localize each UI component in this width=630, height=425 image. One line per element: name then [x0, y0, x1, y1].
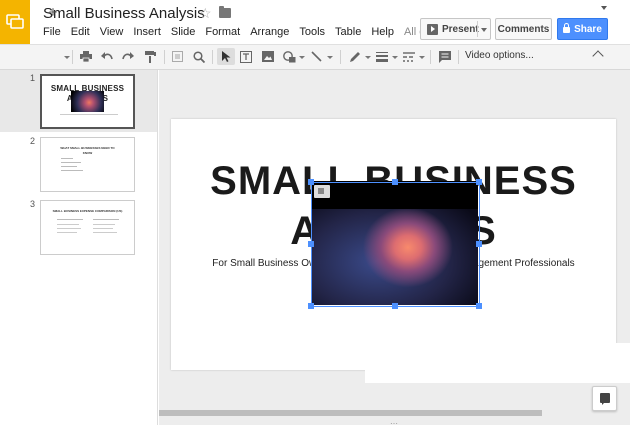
thumb-column-line	[93, 224, 115, 225]
zoom-icon[interactable]	[192, 48, 206, 65]
thumb-bullet-line	[61, 166, 77, 167]
menu-insert[interactable]: Insert	[133, 26, 161, 38]
line-weight-icon[interactable]	[375, 48, 389, 65]
thumb-bullet-line	[61, 162, 81, 163]
folder-icon[interactable]	[219, 6, 231, 18]
thumb-column-line	[93, 232, 117, 233]
app-header: Small Business Analysis ☆ File Edit View…	[0, 0, 630, 44]
menu-tools[interactable]: Tools	[299, 26, 325, 38]
speaker-notes-grip-icon[interactable]: ⋯	[390, 419, 399, 425]
line-caret-icon[interactable]	[327, 56, 333, 59]
line-weight-caret-icon[interactable]	[392, 56, 398, 59]
play-icon	[427, 23, 438, 35]
slide-thumbnail-2[interactable]: WHAT SMALL BUSINESSES NEED TO KNOW	[40, 137, 135, 192]
menu-view[interactable]: View	[100, 26, 124, 38]
toolbar-divider	[458, 50, 459, 64]
toolbar-divider	[340, 50, 341, 64]
line-dash-icon[interactable]	[402, 48, 416, 65]
thumb-column-line	[57, 228, 81, 229]
lock-icon	[563, 23, 571, 33]
shape-icon[interactable]	[282, 48, 296, 65]
menu-edit[interactable]: Edit	[71, 26, 90, 38]
speaker-notes-icon	[600, 393, 610, 405]
resize-handle-bottom[interactable]	[392, 303, 398, 309]
slide-thumbnail-1[interactable]: SMALL BUSINESS ANALYSIS	[40, 74, 135, 129]
thumb-video	[71, 91, 104, 112]
star-icon[interactable]: ☆	[199, 5, 212, 22]
resize-handle-top-right[interactable]	[476, 179, 482, 185]
account-caret-icon[interactable]	[601, 6, 607, 10]
comments-button[interactable]: Comments	[495, 18, 552, 40]
toolbar-divider	[72, 50, 73, 64]
resize-handle-right[interactable]	[476, 241, 482, 247]
menu-slide[interactable]: Slide	[171, 26, 195, 38]
slides-logo-icon	[6, 14, 24, 29]
share-button[interactable]: Share	[557, 18, 608, 40]
print-icon[interactable]	[79, 48, 93, 65]
video-options-button[interactable]: Video options...	[465, 50, 534, 61]
thumb-subtitle-line	[60, 114, 118, 115]
resize-handle-bottom-right[interactable]	[476, 303, 482, 309]
slide-number: 1	[30, 73, 36, 83]
paint-format-icon[interactable]	[143, 48, 157, 65]
resize-handle-left[interactable]	[308, 241, 314, 247]
thumb-column-line	[93, 228, 113, 229]
toolbar-divider	[430, 50, 431, 64]
thumb-column-line	[57, 219, 83, 220]
slide-number: 2	[30, 136, 36, 146]
pen-icon[interactable]	[348, 48, 362, 65]
comment-icon[interactable]	[438, 48, 452, 65]
slide-filmstrip: 1 SMALL BUSINESS ANALYSIS 2 WHAT SMALL B…	[0, 70, 158, 425]
redo-icon[interactable]	[121, 48, 135, 65]
present-divider	[477, 21, 478, 37]
line-dash-caret-icon[interactable]	[419, 56, 425, 59]
share-label: Share	[574, 23, 602, 35]
menu-file[interactable]: File	[43, 26, 61, 38]
menu-bar: File Edit View Insert Slide Format Arran…	[43, 26, 434, 38]
pen-caret-icon[interactable]	[365, 56, 371, 59]
menu-format[interactable]: Format	[205, 26, 240, 38]
explore-button[interactable]	[592, 386, 617, 411]
resize-handle-bottom-left[interactable]	[308, 303, 314, 309]
menu-arrange[interactable]: Arrange	[250, 26, 289, 38]
resize-handle-top-left[interactable]	[308, 179, 314, 185]
new-slide-caret-icon[interactable]	[64, 56, 70, 59]
slides-app: Small Business Analysis ☆ File Edit View…	[0, 0, 630, 425]
canvas-overlay	[365, 343, 630, 383]
thumb-title-line2: KNOW	[82, 151, 93, 155]
slide-number: 3	[30, 199, 36, 209]
textbox-icon[interactable]	[239, 48, 253, 65]
thumb-title-line1: SMALL BUSINESS EXPENSE COMPARISON (US)	[52, 209, 123, 213]
resize-handle-top[interactable]	[392, 179, 398, 185]
toolbar-divider	[212, 50, 213, 64]
menu-table[interactable]: Table	[335, 26, 361, 38]
present-label: Present	[442, 23, 479, 35]
select-cursor-icon[interactable]	[217, 48, 235, 65]
zoom-fit-icon[interactable]	[170, 48, 184, 65]
slides-logo[interactable]	[0, 0, 30, 44]
thumb-bullet-line	[61, 158, 73, 159]
document-title[interactable]: Small Business Analysis	[43, 5, 205, 22]
thumb-title-line1: WHAT SMALL BUSINESSES NEED TO	[60, 146, 115, 150]
slide-thumbnail-3[interactable]: SMALL BUSINESS EXPENSE COMPARISON (US)	[40, 200, 135, 255]
present-button[interactable]: Present	[420, 18, 491, 40]
selection-outline	[311, 182, 480, 307]
image-icon[interactable]	[261, 48, 275, 65]
plus-icon[interactable]: +	[45, 4, 61, 21]
horizontal-scrollbar-thumb[interactable]	[159, 410, 542, 416]
menu-help[interactable]: Help	[371, 26, 394, 38]
undo-icon[interactable]	[100, 48, 114, 65]
toolbar-divider	[164, 50, 165, 64]
shape-caret-icon[interactable]	[299, 56, 305, 59]
line-icon[interactable]	[309, 48, 323, 65]
thumb-column-line	[93, 219, 119, 220]
thumb-column-line	[57, 232, 77, 233]
thumb-column-line	[57, 224, 79, 225]
thumb-bullet-line	[61, 170, 83, 171]
chevron-down-icon[interactable]	[481, 28, 487, 32]
